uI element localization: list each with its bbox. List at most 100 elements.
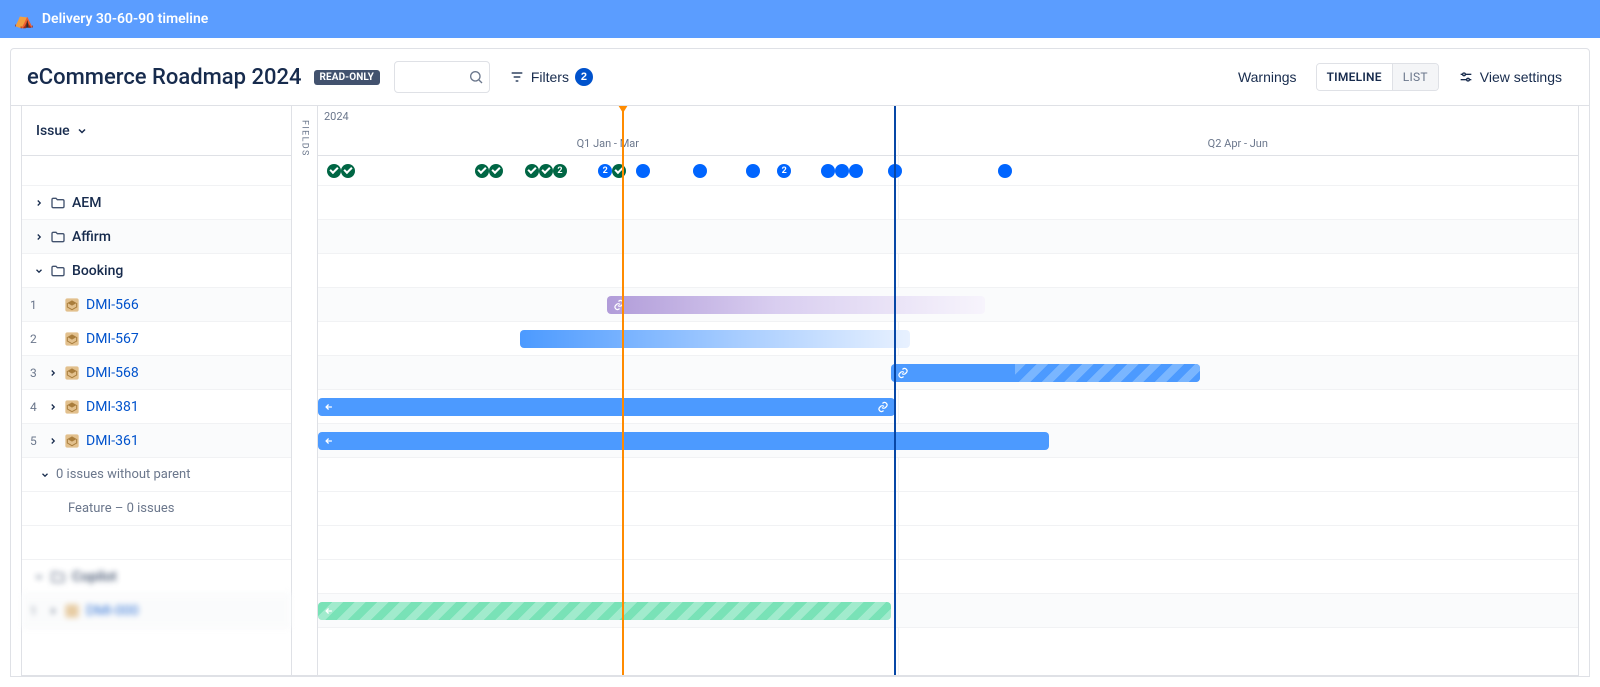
arrow-left-icon bbox=[324, 436, 334, 446]
readonly-badge: READ-ONLY bbox=[314, 70, 380, 85]
dot-row-spacer bbox=[22, 156, 291, 186]
issue-row[interactable]: 3 DMI-568 bbox=[22, 356, 291, 390]
release-dot[interactable] bbox=[821, 164, 835, 178]
feature-row: Feature – 0 issues bbox=[22, 492, 291, 526]
view-timeline-tab[interactable]: TIMELINE bbox=[1317, 64, 1392, 90]
row-number: 4 bbox=[30, 400, 37, 414]
issue-column-header[interactable]: Issue bbox=[22, 106, 291, 156]
timeline-row-spacer bbox=[318, 526, 1578, 560]
chevron-down-icon bbox=[76, 125, 88, 137]
chevron-right-icon bbox=[48, 606, 58, 616]
chevron-down-icon bbox=[40, 470, 50, 480]
row-number: 3 bbox=[30, 366, 37, 380]
folder-aem[interactable]: AEM bbox=[22, 186, 291, 220]
page-title: eCommerce Roadmap 2024 bbox=[27, 65, 302, 90]
issue-key[interactable]: DMI-381 bbox=[86, 399, 139, 415]
timeline-row-dmi566 bbox=[318, 288, 1578, 322]
banner-emoji: ⛺ bbox=[14, 10, 34, 29]
chevron-right-icon[interactable] bbox=[48, 436, 58, 446]
row-number: 2 bbox=[30, 332, 37, 346]
timeline-bar[interactable] bbox=[607, 296, 985, 314]
issue-key[interactable]: DMI-361 bbox=[86, 433, 139, 449]
folder-blurred[interactable]: Copilot bbox=[22, 560, 291, 594]
release-dot[interactable] bbox=[998, 164, 1012, 178]
timeline-row-dmi567 bbox=[318, 322, 1578, 356]
fields-column[interactable]: FIELDS bbox=[292, 106, 318, 675]
release-dot-done[interactable] bbox=[539, 164, 553, 178]
folder-affirm[interactable]: Affirm bbox=[22, 220, 291, 254]
epic-icon bbox=[64, 365, 80, 381]
banner: ⛺ Delivery 30-60-90 timeline bbox=[0, 0, 1600, 38]
timeline-bar[interactable] bbox=[318, 432, 1049, 450]
warnings-button[interactable]: Warnings bbox=[1227, 61, 1308, 93]
epic-icon bbox=[64, 297, 80, 313]
timeline-row-aem bbox=[318, 186, 1578, 220]
link-icon bbox=[877, 401, 889, 413]
epic-icon bbox=[64, 603, 80, 619]
chevron-right-icon bbox=[34, 232, 44, 242]
folder-icon bbox=[50, 195, 66, 211]
timeline-q2-label: Q2 Apr - Jun bbox=[1208, 137, 1268, 150]
banner-title: Delivery 30-60-90 timeline bbox=[42, 11, 208, 27]
issue-row[interactable]: 2 DMI-567 bbox=[22, 322, 291, 356]
view-settings-button[interactable]: View settings bbox=[1447, 61, 1573, 93]
release-dot[interactable] bbox=[693, 164, 707, 178]
grid: Issue AEM Affirm bbox=[21, 106, 1579, 676]
chevron-right-icon[interactable] bbox=[48, 368, 58, 378]
arrow-left-icon bbox=[324, 402, 334, 412]
timeline-pane[interactable]: 2024 Q1 Jan - Mar Q2 Apr - Jun 2 2 bbox=[318, 106, 1578, 675]
issue-row-blurred[interactable]: 1 DMI-000 bbox=[22, 594, 291, 628]
folder-booking[interactable]: Booking bbox=[22, 254, 291, 288]
row-number: 1 bbox=[30, 604, 37, 618]
release-dot-done[interactable] bbox=[525, 164, 539, 178]
issue-key[interactable]: DMI-566 bbox=[86, 297, 139, 313]
view-list-tab[interactable]: LIST bbox=[1392, 64, 1438, 90]
toolbar-container: eCommerce Roadmap 2024 READ-ONLY Filters… bbox=[10, 48, 1590, 677]
sliders-icon bbox=[1458, 69, 1474, 85]
timeline-bar[interactable] bbox=[318, 602, 891, 620]
timeline-bar[interactable] bbox=[318, 398, 895, 416]
filters-label: Filters bbox=[531, 69, 569, 85]
timeline-q1-label: Q1 Jan - Mar bbox=[577, 137, 639, 150]
toolbar: eCommerce Roadmap 2024 READ-ONLY Filters… bbox=[11, 49, 1589, 106]
epic-icon bbox=[64, 433, 80, 449]
search-icon bbox=[468, 69, 484, 85]
filters-count-badge: 2 bbox=[575, 68, 593, 86]
issue-key[interactable]: DMI-567 bbox=[86, 331, 139, 347]
release-dot-done[interactable] bbox=[612, 164, 626, 178]
epic-icon bbox=[64, 331, 80, 347]
filter-icon bbox=[509, 69, 525, 85]
timeline-bar[interactable] bbox=[891, 364, 1200, 382]
issue-row[interactable]: 5 DMI-361 bbox=[22, 424, 291, 458]
left-pane: Issue AEM Affirm bbox=[22, 106, 292, 675]
arrow-left-icon bbox=[324, 606, 334, 616]
release-dot[interactable] bbox=[835, 164, 849, 178]
chevron-right-icon[interactable] bbox=[48, 402, 58, 412]
release-dot-badge[interactable]: 2 bbox=[777, 164, 791, 178]
release-dot[interactable] bbox=[849, 164, 863, 178]
release-dot[interactable] bbox=[746, 164, 760, 178]
issue-row[interactable]: 1 DMI-566 bbox=[22, 288, 291, 322]
timeline-bar[interactable] bbox=[520, 330, 911, 348]
release-dot-done[interactable] bbox=[341, 164, 355, 178]
timeline-row-blur-issue bbox=[318, 594, 1578, 628]
releases-row: 2 2 2 bbox=[318, 156, 1578, 186]
timeline-row-dmi568 bbox=[318, 356, 1578, 390]
chevron-right-icon bbox=[34, 198, 44, 208]
release-dot-badge[interactable]: 2 bbox=[598, 164, 612, 178]
folder-icon bbox=[50, 569, 66, 585]
filters-button[interactable]: Filters 2 bbox=[498, 61, 604, 93]
search-container bbox=[394, 61, 490, 93]
release-dot-badge[interactable]: 2 bbox=[553, 164, 567, 178]
release-dot-done[interactable] bbox=[475, 164, 489, 178]
no-parent-row[interactable]: 0 issues without parent bbox=[22, 458, 291, 492]
release-dot-done[interactable] bbox=[489, 164, 503, 178]
timeline-row-blur-folder bbox=[318, 560, 1578, 594]
timeline-row-booking bbox=[318, 254, 1578, 288]
release-dot-done[interactable] bbox=[327, 164, 341, 178]
epic-icon bbox=[64, 399, 80, 415]
release-dot[interactable] bbox=[636, 164, 650, 178]
release-dot[interactable] bbox=[888, 164, 902, 178]
issue-row[interactable]: 4 DMI-381 bbox=[22, 390, 291, 424]
issue-key[interactable]: DMI-568 bbox=[86, 365, 139, 381]
